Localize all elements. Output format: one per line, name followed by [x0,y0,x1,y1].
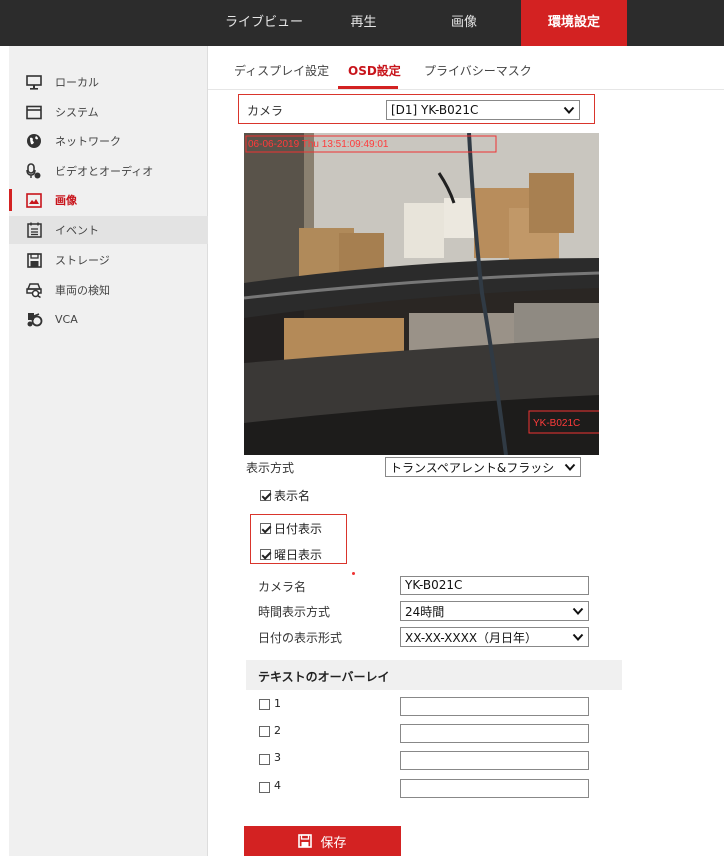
date-format-label: 日付の表示形式 [258,631,343,645]
overlay-3-input[interactable] [400,751,589,770]
camera-label: カメラ [247,104,284,118]
sidebar-item-label: ローカル [55,76,99,89]
storage-icon [25,251,43,269]
video-timestamp: 06-06-2019 Thu 13:51:09:49:01 [248,139,389,150]
red-dot-marker [352,572,355,575]
sidebar-item-image[interactable]: 画像 [9,186,208,214]
camera-name-label: カメラ名 [258,580,307,594]
sidebar-item-label: ストレージ [55,254,110,267]
overlay-1-input[interactable] [400,697,589,716]
sidebar-item-storage[interactable]: ストレージ [9,246,208,274]
sidebar-item-label: 画像 [55,194,77,207]
time-format-select[interactable]: 24時間 [400,601,589,621]
sidebar-item-label: 車両の検知 [55,284,110,297]
save-button-label: 保存 [320,835,347,851]
top-nav: ライブビュー 再生 画像 環境設定 [208,0,627,46]
vehicle-detect-icon [25,281,43,299]
show-name-checkbox[interactable] [260,490,271,501]
overlay-2-label: 2 [274,724,281,737]
sidebar-item-vca[interactable]: VCA [9,305,208,333]
sidebar-item-label: ネットワーク [55,135,121,148]
save-button[interactable]: 保存 [244,826,401,856]
image-icon [25,191,43,209]
sidebar-item-label: イベント [55,224,99,237]
camera-select-value: [D1] YK-B021C [391,103,479,117]
display-mode-select[interactable]: トランスペアレント&フラッシ [385,457,581,477]
nav-picture[interactable]: 画像 [407,0,521,46]
video-osd-name: YK-B021C [533,418,580,429]
chevron-down-icon [572,631,584,646]
save-icon [298,834,313,848]
chevron-down-icon [563,104,575,119]
main-content: ディスプレイ設定 OSD設定 プライバシーマスク カメラ [D1] YK-B02… [208,46,724,856]
chevron-down-icon [564,461,576,476]
overlay-1-checkbox[interactable] [259,699,270,710]
sidebar-item-system[interactable]: システム [9,98,208,126]
show-week-label: 曜日表示 [274,548,323,562]
show-date-checkbox[interactable] [260,523,271,534]
video-audio-icon [25,162,43,180]
overlay-1-label: 1 [274,697,281,710]
calendar-icon [25,221,43,239]
sidebar-item-event[interactable]: イベント [9,216,208,244]
display-mode-value: トランスペアレント&フラッシ [390,460,555,475]
overlay-4-input[interactable] [400,779,589,798]
top-nav-bar: ライブビュー 再生 画像 環境設定 [0,0,724,46]
active-indicator [9,189,12,211]
system-icon [25,103,43,121]
show-date-label: 日付表示 [274,522,323,536]
nav-live-view[interactable]: ライブビュー [208,0,320,46]
sidebar-item-label: システム [55,106,99,119]
video-preview[interactable]: 06-06-2019 Thu 13:51:09:49:01 YK-B021C [244,133,599,455]
camera-select[interactable]: [D1] YK-B021C [386,100,580,120]
nav-configuration[interactable]: 環境設定 [521,0,627,46]
text-overlay-title: テキストのオーバーレイ [258,670,390,684]
sidebar-item-network[interactable]: ネットワーク [9,127,208,155]
vca-icon [25,310,43,328]
sidebar-item-local[interactable]: ローカル [9,68,208,96]
tab-osd-settings[interactable]: OSD設定 [348,62,401,79]
sub-tabs: ディスプレイ設定 OSD設定 プライバシーマスク [208,46,724,90]
video-frame: 06-06-2019 Thu 13:51:09:49:01 YK-B021C [244,133,599,455]
nav-playback[interactable]: 再生 [320,0,407,46]
overlay-2-input[interactable] [400,724,589,743]
overlay-4-checkbox[interactable] [259,782,270,793]
sidebar-item-label: VCA [55,312,78,326]
sidebar-item-video-audio[interactable]: ビデオとオーディオ [9,157,208,185]
text-overlay-header: テキストのオーバーレイ [246,660,622,690]
tab-privacy-mask[interactable]: プライバシーマスク [424,62,532,79]
time-format-label: 時間表示方式 [258,605,331,619]
overlay-3-label: 3 [274,751,281,764]
sidebar-item-vehicle-detection[interactable]: 車両の検知 [9,276,208,304]
date-format-value: XX-XX-XXXX（月日年） [405,630,538,645]
overlay-2-checkbox[interactable] [259,726,270,737]
active-tab-underline [338,86,398,89]
camera-name-input[interactable]: YK-B021C [400,576,589,595]
overlay-4-label: 4 [274,779,281,792]
show-week-checkbox[interactable] [260,549,271,560]
chevron-down-icon [572,605,584,620]
tab-display-settings[interactable]: ディスプレイ設定 [234,62,329,79]
show-name-label: 表示名 [274,489,311,503]
date-format-select[interactable]: XX-XX-XXXX（月日年） [400,627,589,647]
overlay-3-checkbox[interactable] [259,754,270,765]
globe-icon [25,132,43,150]
time-format-value: 24時間 [405,604,445,619]
display-mode-label: 表示方式 [246,461,295,475]
sidebar-item-label: ビデオとオーディオ [55,165,154,178]
sidebar: ローカル システム ネットワーク ビデオとオーディオ 画像 イベント ストレージ… [9,46,208,856]
monitor-icon [25,73,43,91]
